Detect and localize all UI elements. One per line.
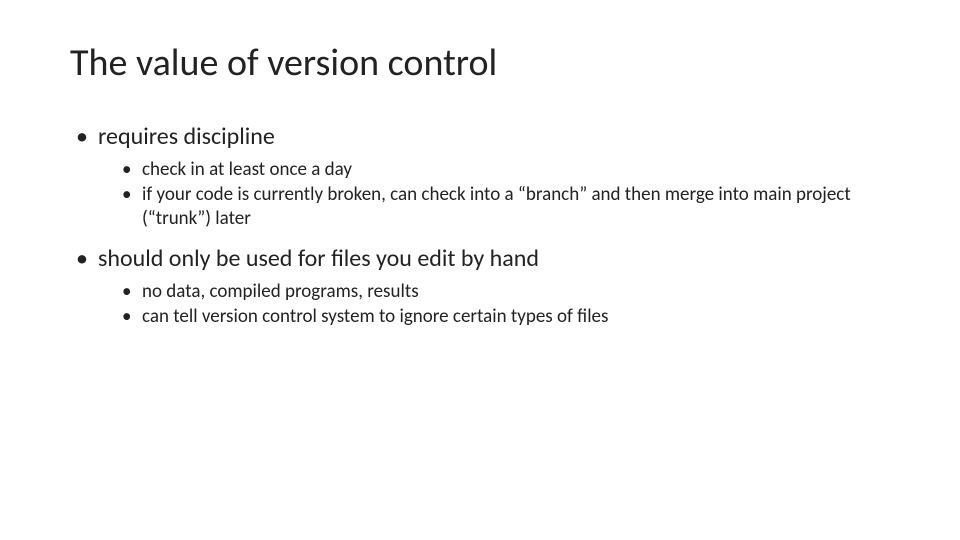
sub-list-item: check in at least once a day	[122, 158, 890, 183]
sub-list: check in at least once a day if your cod…	[98, 158, 890, 232]
list-item: should only be used for files you edit b…	[76, 244, 890, 329]
sub-list: no data, compiled programs, results can …	[98, 280, 890, 329]
sub-list-item: can tell version control system to ignor…	[122, 305, 890, 330]
slide-title: The value of version control	[70, 40, 890, 86]
sub-list-item: if your code is currently broken, can ch…	[122, 183, 890, 232]
list-item: requires discipline check in at least on…	[76, 122, 890, 232]
list-item-text: requires discipline	[98, 122, 275, 151]
list-item-text: should only be used for files you edit b…	[98, 244, 539, 273]
sub-list-item: no data, compiled programs, results	[122, 280, 890, 305]
bullet-list: requires discipline check in at least on…	[70, 122, 890, 329]
